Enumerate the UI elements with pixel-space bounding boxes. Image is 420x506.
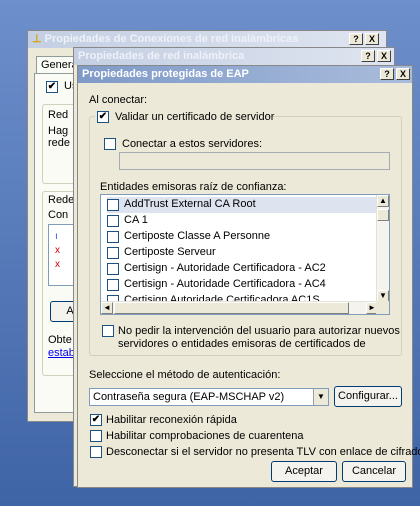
list-item[interactable]: Certiposte Serveur: [107, 245, 377, 261]
root-name: Certisign - Autoridade Certificadora - A…: [124, 278, 326, 290]
wireless-network-titlebar: Propiedades de red inalámbrica: [74, 48, 394, 65]
group-text: Con: [48, 209, 69, 221]
scroll-left-icon[interactable]: ◄: [101, 302, 113, 314]
disconnect-tlv-checkbox[interactable]: [90, 446, 102, 458]
connect-servers-checkbox[interactable]: [104, 138, 116, 150]
close-button[interactable]: X: [365, 33, 379, 45]
cancel-button[interactable]: Cancelar: [342, 461, 406, 482]
chevron-down-icon[interactable]: ▼: [313, 389, 328, 405]
root-name: Certiposte Classe A Personne: [124, 230, 271, 242]
group-label: Rede: [48, 194, 75, 206]
root-checkbox[interactable]: [107, 231, 119, 243]
network-error-icon: x: [55, 259, 60, 270]
info-text: Obte: [48, 334, 72, 346]
servers-input[interactable]: [119, 152, 390, 170]
help-button[interactable]: ?: [361, 50, 375, 62]
connect-servers-label: Conectar a estos servidores:: [122, 138, 263, 150]
scroll-up-icon[interactable]: ▲: [377, 195, 389, 207]
eap-titlebar: Propiedades protegidas de EAP: [78, 66, 412, 83]
root-checkbox[interactable]: [107, 199, 119, 211]
list-item[interactable]: AddTrust External CA Root: [107, 197, 377, 213]
fast-reconnect-checkbox[interactable]: ✔: [90, 414, 102, 426]
group-text: Hag: [48, 125, 69, 137]
no-prompt-label: No pedir la intervención del usuario par…: [118, 325, 400, 337]
auth-method-label: Seleccione el método de autenticación:: [89, 369, 281, 381]
info-link[interactable]: estab: [48, 347, 75, 359]
list-item[interactable]: CA 1: [107, 213, 377, 229]
window-title: Propiedades de Conexiones de red inalámb…: [44, 33, 299, 45]
dialog-title: Propiedades protegidas de EAP: [82, 68, 249, 80]
disconnect-tlv-label: Desconectar si el servidor no presenta T…: [106, 446, 420, 458]
auth-method-value: Contraseña segura (EAP-MSCHAP v2): [93, 391, 285, 403]
quarantine-checkbox[interactable]: [90, 430, 102, 442]
list-item[interactable]: Certisign - Autoridade Certificadora - A…: [107, 277, 377, 293]
vertical-scrollbar[interactable]: ▲ ▼: [376, 195, 389, 302]
root-checkbox[interactable]: [107, 215, 119, 227]
scroll-thumb[interactable]: [377, 209, 389, 221]
root-checkbox[interactable]: [107, 279, 119, 291]
auth-method-select[interactable]: Contraseña segura (EAP-MSCHAP v2) ▼: [89, 388, 329, 406]
configure-button[interactable]: Configurar...: [334, 386, 402, 407]
quarantine-label: Habilitar comprobaciones de cuarentena: [106, 430, 304, 442]
no-prompt-checkbox[interactable]: [102, 325, 114, 337]
root-name: AddTrust External CA Root: [124, 198, 256, 210]
list-item[interactable]: Certisign - Autoridade Certificadora - A…: [107, 261, 377, 277]
network-icon: ı: [55, 231, 58, 242]
scroll-thumb[interactable]: [114, 302, 349, 314]
eap-properties-dialog: Propiedades protegidas de EAP ? X Al con…: [77, 65, 420, 488]
root-name: Certisign - Autoridade Certificadora - A…: [124, 262, 326, 274]
group-label: Red: [48, 109, 69, 121]
root-name: Certiposte Serveur: [124, 246, 216, 258]
network-icon: ⊥: [32, 33, 42, 45]
close-button[interactable]: X: [396, 68, 410, 80]
no-prompt-label-cont: servidores o entidades emisoras de certi…: [118, 338, 366, 350]
group-text: rede: [48, 137, 71, 149]
on-connect-label: Al conectar:: [89, 94, 148, 106]
help-button[interactable]: ?: [380, 68, 394, 80]
fast-reconnect-label: Habilitar reconexión rápida: [106, 414, 237, 426]
trusted-roots-list[interactable]: AddTrust External CA Root CA 1 Certipost…: [100, 194, 390, 315]
window-title: Propiedades de red inalámbrica: [78, 50, 245, 62]
trusted-roots-label: Entidades emisoras raíz de confianza:: [100, 181, 287, 193]
desktop: ⊥ Propiedades de Conexiones de red inalá…: [0, 0, 420, 506]
horizontal-scrollbar[interactable]: ◄ ►: [101, 301, 378, 314]
validate-cert-checkbox[interactable]: ✔: [97, 111, 109, 123]
help-button[interactable]: ?: [349, 33, 363, 45]
close-button[interactable]: X: [377, 50, 391, 62]
ok-button[interactable]: Aceptar: [271, 461, 337, 482]
wireless-connections-titlebar: ⊥ Propiedades de Conexiones de red inalá…: [28, 31, 386, 48]
scroll-corner: [376, 301, 389, 314]
network-error-icon: x: [55, 245, 60, 256]
use-checkbox[interactable]: ✔: [46, 81, 58, 93]
root-checkbox[interactable]: [107, 263, 119, 275]
root-checkbox[interactable]: [107, 247, 119, 259]
root-name: CA 1: [124, 214, 148, 226]
list-item[interactable]: Certiposte Classe A Personne: [107, 229, 377, 245]
validate-cert-label: Validar un certificado de servidor: [115, 111, 275, 123]
